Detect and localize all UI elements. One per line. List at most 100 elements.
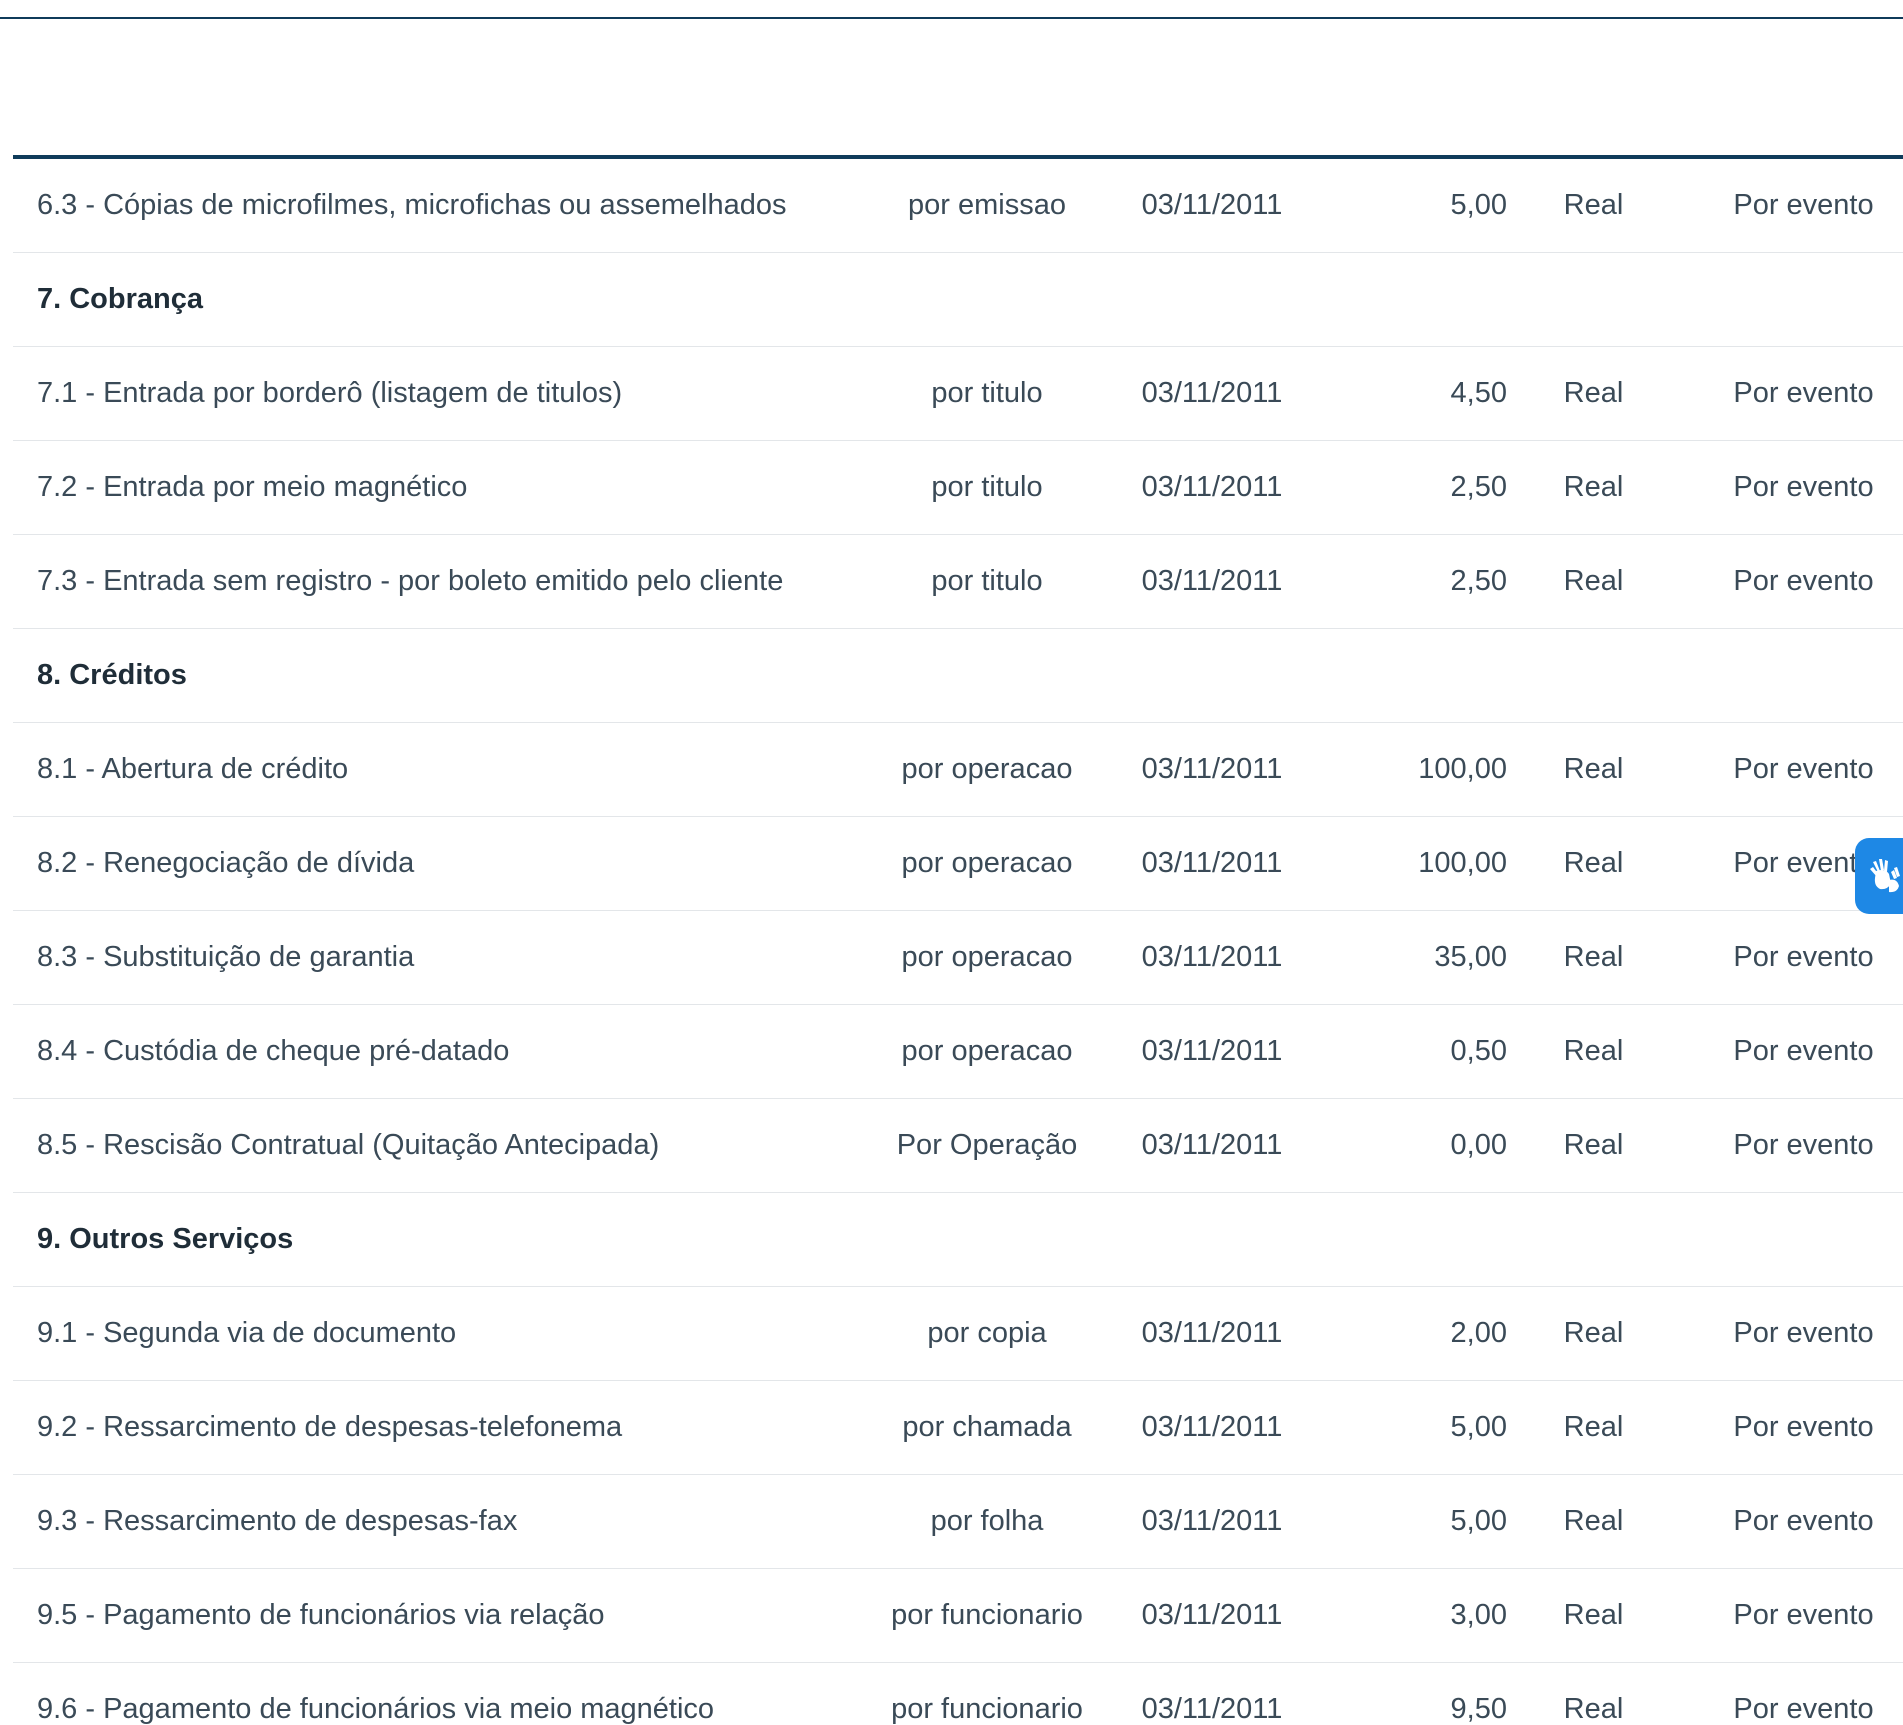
effective-date-cell: 03/11/2011 bbox=[1107, 1474, 1317, 1569]
table-row: 7.3 - Entrada sem registro - por boleto … bbox=[13, 534, 1903, 629]
currency-cell: Real bbox=[1511, 1004, 1676, 1099]
table-row: 8.4 - Custódia de cheque pré-datado por o… bbox=[13, 1004, 1903, 1099]
group-header-label: 9. Outros Serviços bbox=[37, 1223, 294, 1255]
frequency-cell: Por evento bbox=[1676, 534, 1903, 629]
table-row: 9.6 - Pagamento de funcionários via meio… bbox=[13, 1662, 1903, 1725]
currency-cell: Real bbox=[1511, 1568, 1676, 1663]
tariff-table-container: 6.3 - Cópias de microfilmes, microfichas… bbox=[13, 155, 1903, 1725]
effective-date-cell: 03/11/2011 bbox=[1107, 1286, 1317, 1381]
fee-value-cell: 3,00 bbox=[1317, 1568, 1511, 1663]
charge-unit-cell: por copia bbox=[867, 1286, 1107, 1381]
service-description-cell: 9.3 - Ressarcimento de despesas-fax bbox=[13, 1474, 867, 1569]
currency-cell: Real bbox=[1511, 910, 1676, 1005]
charge-unit-cell: por operacao bbox=[867, 816, 1107, 911]
table-row: 7.1 - Entrada por borderô (listagem de t… bbox=[13, 346, 1903, 441]
currency-cell: Real bbox=[1511, 816, 1676, 911]
tariff-table-body: 6.3 - Cópias de microfilmes, microfichas… bbox=[13, 159, 1903, 1725]
fee-value-cell: 100,00 bbox=[1317, 722, 1511, 817]
charge-unit-cell: Por Operação bbox=[867, 1098, 1107, 1193]
accessibility-sign-language-button[interactable] bbox=[1855, 838, 1903, 914]
fee-value-cell: 5,00 bbox=[1317, 1380, 1511, 1475]
service-description-cell: 9.2 - Ressarcimento de despesas-telefone… bbox=[13, 1380, 867, 1475]
charge-unit-cell: por titulo bbox=[867, 346, 1107, 441]
charge-unit-cell: por funcionario bbox=[867, 1662, 1107, 1725]
frequency-cell: Por evento bbox=[1676, 1004, 1903, 1099]
service-description-cell: 9.6 - Pagamento de funcionários via meio… bbox=[13, 1662, 867, 1725]
service-description-cell: 7.2 - Entrada por meio magnético bbox=[13, 440, 867, 535]
effective-date-cell: 03/11/2011 bbox=[1107, 534, 1317, 629]
fee-value-cell: 5,00 bbox=[1317, 1474, 1511, 1569]
currency-cell: Real bbox=[1511, 440, 1676, 535]
currency-cell: Real bbox=[1511, 1286, 1676, 1381]
charge-unit-cell: por titulo bbox=[867, 534, 1107, 629]
group-header-row: 8. Créditos bbox=[13, 628, 1903, 723]
group-header-label: 8. Créditos bbox=[37, 659, 187, 691]
table-row: 9.2 - Ressarcimento de despesas-telefone… bbox=[13, 1380, 1903, 1475]
fee-value-cell: 2,50 bbox=[1317, 534, 1511, 629]
group-header-row: 7. Cobrança bbox=[13, 252, 1903, 347]
currency-cell: Real bbox=[1511, 159, 1676, 253]
group-header-row: 9. Outros Serviços bbox=[13, 1192, 1903, 1287]
currency-cell: Real bbox=[1511, 1098, 1676, 1193]
effective-date-cell: 03/11/2011 bbox=[1107, 1568, 1317, 1663]
table-row: 7.2 - Entrada por meio magnético por titu… bbox=[13, 440, 1903, 535]
frequency-cell: Por evento bbox=[1676, 159, 1903, 253]
header-divider bbox=[0, 17, 1903, 19]
effective-date-cell: 03/11/2011 bbox=[1107, 440, 1317, 535]
charge-unit-cell: por folha bbox=[867, 1474, 1107, 1569]
service-description-cell: 7.3 - Entrada sem registro - por boleto … bbox=[13, 534, 867, 629]
service-description-cell: 8.1 - Abertura de crédito bbox=[13, 722, 867, 817]
currency-cell: Real bbox=[1511, 722, 1676, 817]
fee-value-cell: 0,50 bbox=[1317, 1004, 1511, 1099]
table-row: 8.3 - Substituição de garantia por operac… bbox=[13, 910, 1903, 1005]
currency-cell: Real bbox=[1511, 1380, 1676, 1475]
group-header-label: 7. Cobrança bbox=[37, 283, 203, 315]
charge-unit-cell: por titulo bbox=[867, 440, 1107, 535]
frequency-cell: Por evento bbox=[1676, 1662, 1903, 1725]
service-description-cell: 8.5 - Rescisão Contratual (Quitação Ante… bbox=[13, 1098, 867, 1193]
group-header-cell: 7. Cobrança bbox=[13, 252, 1903, 347]
fee-value-cell: 35,00 bbox=[1317, 910, 1511, 1005]
fee-value-cell: 5,00 bbox=[1317, 159, 1511, 253]
effective-date-cell: 03/11/2011 bbox=[1107, 816, 1317, 911]
frequency-cell: Por evento bbox=[1676, 910, 1903, 1005]
service-description-cell: 9.5 - Pagamento de funcionários via rela… bbox=[13, 1568, 867, 1663]
table-row: 9.3 - Ressarcimento de despesas-fax por f… bbox=[13, 1474, 1903, 1569]
effective-date-cell: 03/11/2011 bbox=[1107, 1098, 1317, 1193]
frequency-cell: Por evento bbox=[1676, 1474, 1903, 1569]
currency-cell: Real bbox=[1511, 1662, 1676, 1725]
currency-cell: Real bbox=[1511, 534, 1676, 629]
currency-cell: Real bbox=[1511, 346, 1676, 441]
currency-cell: Real bbox=[1511, 1474, 1676, 1569]
tariff-table: 6.3 - Cópias de microfilmes, microfichas… bbox=[13, 159, 1903, 1725]
group-header-cell: 8. Créditos bbox=[13, 628, 1903, 723]
fee-value-cell: 2,00 bbox=[1317, 1286, 1511, 1381]
fee-value-cell: 4,50 bbox=[1317, 346, 1511, 441]
service-description-cell: 7.1 - Entrada por borderô (listagem de t… bbox=[13, 346, 867, 441]
fee-value-cell: 0,00 bbox=[1317, 1098, 1511, 1193]
charge-unit-cell: por funcionario bbox=[867, 1568, 1107, 1663]
effective-date-cell: 03/11/2011 bbox=[1107, 159, 1317, 253]
table-row: 8.1 - Abertura de crédito por operacao 03/… bbox=[13, 722, 1903, 817]
charge-unit-cell: por emissao bbox=[867, 159, 1107, 253]
fee-value-cell: 2,50 bbox=[1317, 440, 1511, 535]
frequency-cell: Por evento bbox=[1676, 1098, 1903, 1193]
charge-unit-cell: por chamada bbox=[867, 1380, 1107, 1475]
charge-unit-cell: por operacao bbox=[867, 722, 1107, 817]
page: 6.3 - Cópias de microfilmes, microfichas… bbox=[0, 0, 1903, 1725]
frequency-cell: Por evento bbox=[1676, 1568, 1903, 1663]
table-row: 9.1 - Segunda via de documento por copia 0… bbox=[13, 1286, 1903, 1381]
frequency-cell: Por evento bbox=[1676, 440, 1903, 535]
frequency-cell: Por evento bbox=[1676, 346, 1903, 441]
group-header-cell: 9. Outros Serviços bbox=[13, 1192, 1903, 1287]
frequency-cell: Por evento bbox=[1676, 1286, 1903, 1381]
effective-date-cell: 03/11/2011 bbox=[1107, 1004, 1317, 1099]
charge-unit-cell: por operacao bbox=[867, 1004, 1107, 1099]
table-row: 6.3 - Cópias de microfilmes, microfichas… bbox=[13, 159, 1903, 253]
service-description-cell: 9.1 - Segunda via de documento bbox=[13, 1286, 867, 1381]
table-row: 8.5 - Rescisão Contratual (Quitação Ante… bbox=[13, 1098, 1903, 1193]
service-description-cell: 6.3 - Cópias de microfilmes, microfichas… bbox=[13, 159, 867, 253]
table-row: 8.2 - Renegociação de dívida por operacao… bbox=[13, 816, 1903, 911]
effective-date-cell: 03/11/2011 bbox=[1107, 722, 1317, 817]
frequency-cell: Por evento bbox=[1676, 722, 1903, 817]
